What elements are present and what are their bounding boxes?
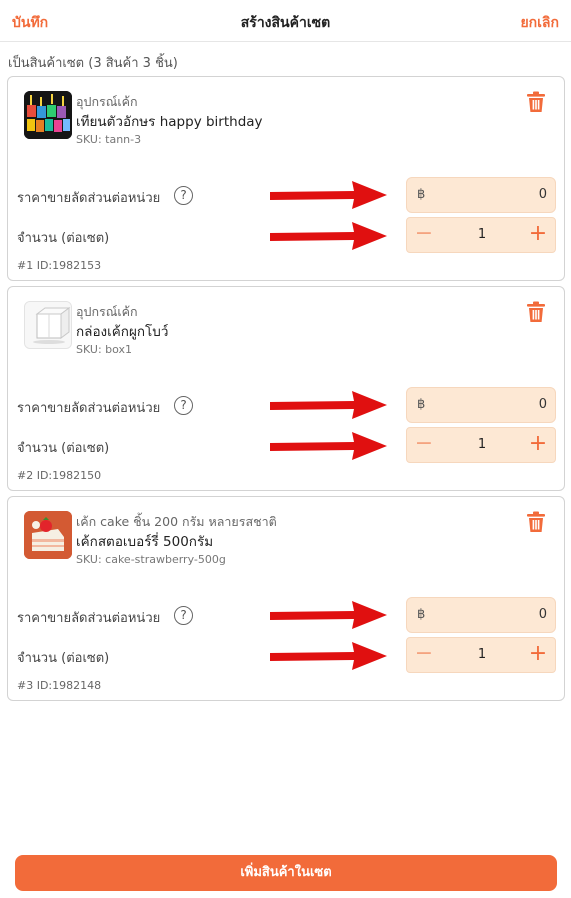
discount-price-label: ราคาขายลัดส่วนต่อหน่วย — [17, 611, 161, 626]
product-thumbnail — [24, 91, 72, 139]
increment-button[interactable]: + — [523, 640, 553, 670]
help-icon[interactable]: ? — [174, 396, 193, 415]
cancel-button[interactable]: ยกเลิก — [520, 12, 559, 34]
decrement-button[interactable]: − — [409, 430, 439, 460]
quantity-stepper: − 1 + — [406, 217, 556, 253]
item-id: #1 ID:1982153 — [17, 259, 102, 272]
discount-price-label: ราคาขายลัดส่วนต่อหน่วย — [17, 401, 161, 416]
help-icon[interactable]: ? — [174, 606, 193, 625]
quantity-value[interactable]: 1 — [447, 647, 517, 662]
quantity-value[interactable]: 1 — [447, 227, 517, 242]
item-id: #2 ID:1982150 — [17, 469, 102, 482]
help-icon[interactable]: ? — [174, 186, 193, 205]
page-title: สร้างสินค้าเซต — [240, 15, 331, 31]
product-thumbnail — [24, 301, 72, 349]
arrow-annotation — [270, 222, 387, 250]
arrow-annotation — [270, 181, 387, 209]
arrow-annotation — [270, 391, 387, 419]
arrow-annotation — [270, 642, 387, 670]
increment-button[interactable]: + — [523, 430, 553, 460]
top-bar: บันทึก สร้างสินค้าเซต ยกเลิก — [0, 0, 571, 42]
price-value: 0 — [538, 397, 547, 412]
product-thumbnail — [24, 511, 72, 559]
price-value: 0 — [538, 607, 547, 622]
set-item-card: อุปกรณ์เค้ก กล่องเค้กผูกโบว์ SKU: box1 ร… — [7, 286, 565, 491]
add-item-to-set-button[interactable]: เพิ่มสินค้าในเซต — [15, 855, 557, 891]
product-sku: SKU: cake-strawberry-500g — [76, 553, 226, 566]
currency-label: ฿ — [417, 187, 426, 202]
currency-label: ฿ — [417, 397, 426, 412]
quantity-stepper: − 1 + — [406, 427, 556, 463]
price-input[interactable]: ฿ 0 — [406, 597, 556, 633]
quantity-stepper: − 1 + — [406, 637, 556, 673]
arrow-annotation — [270, 601, 387, 629]
set-item-card: เค้ก cake ชิ้น 200 กรัม หลายรสชาติ เค้กส… — [7, 496, 565, 701]
product-sku: SKU: box1 — [76, 343, 133, 356]
quantity-label: จำนวน (ต่อเซต) — [17, 441, 110, 456]
product-category: อุปกรณ์เค้ก — [76, 304, 138, 319]
decrement-button[interactable]: − — [409, 640, 439, 670]
trash-icon[interactable] — [526, 511, 546, 533]
arrow-annotation — [270, 432, 387, 460]
product-category: เค้ก cake ชิ้น 200 กรัม หลายรสชาติ — [76, 514, 277, 529]
currency-label: ฿ — [417, 607, 426, 622]
price-input[interactable]: ฿ 0 — [406, 387, 556, 423]
product-category: อุปกรณ์เค้ก — [76, 94, 138, 109]
increment-button[interactable]: + — [523, 220, 553, 250]
set-summary: เป็นสินค้าเซต (3 สินค้า 3 ชิ้น) — [8, 56, 178, 71]
discount-price-label: ราคาขายลัดส่วนต่อหน่วย — [17, 191, 161, 206]
product-name: กล่องเค้กผูกโบว์ — [76, 324, 169, 340]
product-sku: SKU: tann-3 — [76, 133, 142, 146]
quantity-label: จำนวน (ต่อเซต) — [17, 231, 110, 246]
trash-icon[interactable] — [526, 301, 546, 323]
quantity-label: จำนวน (ต่อเซต) — [17, 651, 110, 666]
product-name: เทียนตัวอักษร happy birthday — [76, 114, 263, 130]
quantity-value[interactable]: 1 — [447, 437, 517, 452]
trash-icon[interactable] — [526, 91, 546, 113]
set-item-card: อุปกรณ์เค้ก เทียนตัวอักษร happy birthday… — [7, 76, 565, 281]
price-input[interactable]: ฿ 0 — [406, 177, 556, 213]
decrement-button[interactable]: − — [409, 220, 439, 250]
price-value: 0 — [538, 187, 547, 202]
product-name: เค้กสตอเบอร์รี่ 500กรัม — [76, 534, 214, 550]
item-id: #3 ID:1982148 — [17, 679, 102, 692]
